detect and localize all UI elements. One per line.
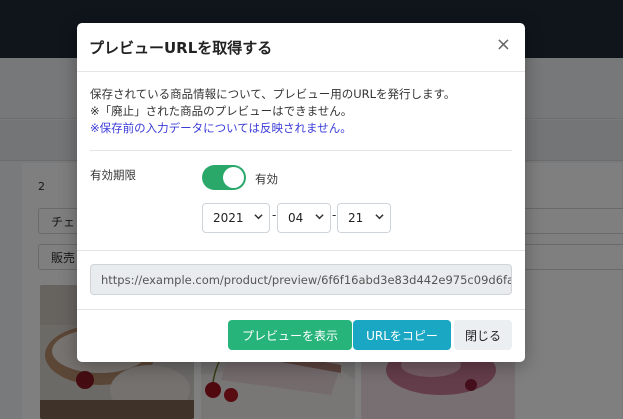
day-select[interactable]: 21	[337, 203, 391, 233]
modal-title: プレビューURLを取得する	[89, 39, 273, 57]
preview-url-field[interactable]: https://example.com/product/preview/6f6f…	[90, 264, 512, 295]
year-value: 2021	[213, 211, 244, 225]
month-value: 04	[288, 211, 304, 225]
divider	[77, 309, 525, 310]
chevron-down-icon	[375, 214, 384, 220]
date-separator: -	[272, 208, 277, 222]
divider	[90, 150, 512, 151]
close-button[interactable]: 閉じる	[454, 320, 512, 350]
chevron-down-icon	[254, 214, 263, 220]
description-line-3: ※保存前の入力データについては反映されません。	[90, 121, 352, 135]
close-icon[interactable]: ×	[496, 35, 511, 55]
toggle-status-text: 有効	[255, 172, 278, 186]
date-separator: -	[332, 208, 337, 222]
expiry-toggle[interactable]	[202, 165, 246, 190]
day-value: 21	[348, 211, 364, 225]
preview-url-modal: プレビューURLを取得する × 保存されている商品情報について、プレビュー用のU…	[77, 23, 525, 362]
month-select[interactable]: 04	[277, 203, 331, 233]
modal-description: 保存されている商品情報について、プレビュー用のURLを発行します。 ※「廃止」さ…	[90, 86, 515, 137]
expiry-label: 有効期限	[90, 168, 136, 182]
modal-header: プレビューURLを取得する ×	[77, 23, 525, 72]
year-select[interactable]: 2021	[202, 203, 270, 233]
toggle-knob	[223, 167, 244, 188]
show-preview-button[interactable]: プレビューを表示	[228, 320, 352, 350]
description-line-2: ※「廃止」された商品のプレビューはできません。	[90, 104, 353, 118]
divider	[77, 250, 525, 251]
copy-url-button[interactable]: URLをコピー	[353, 320, 451, 350]
description-line-1: 保存されている商品情報について、プレビュー用のURLを発行します。	[90, 87, 456, 101]
chevron-down-icon	[315, 214, 324, 220]
